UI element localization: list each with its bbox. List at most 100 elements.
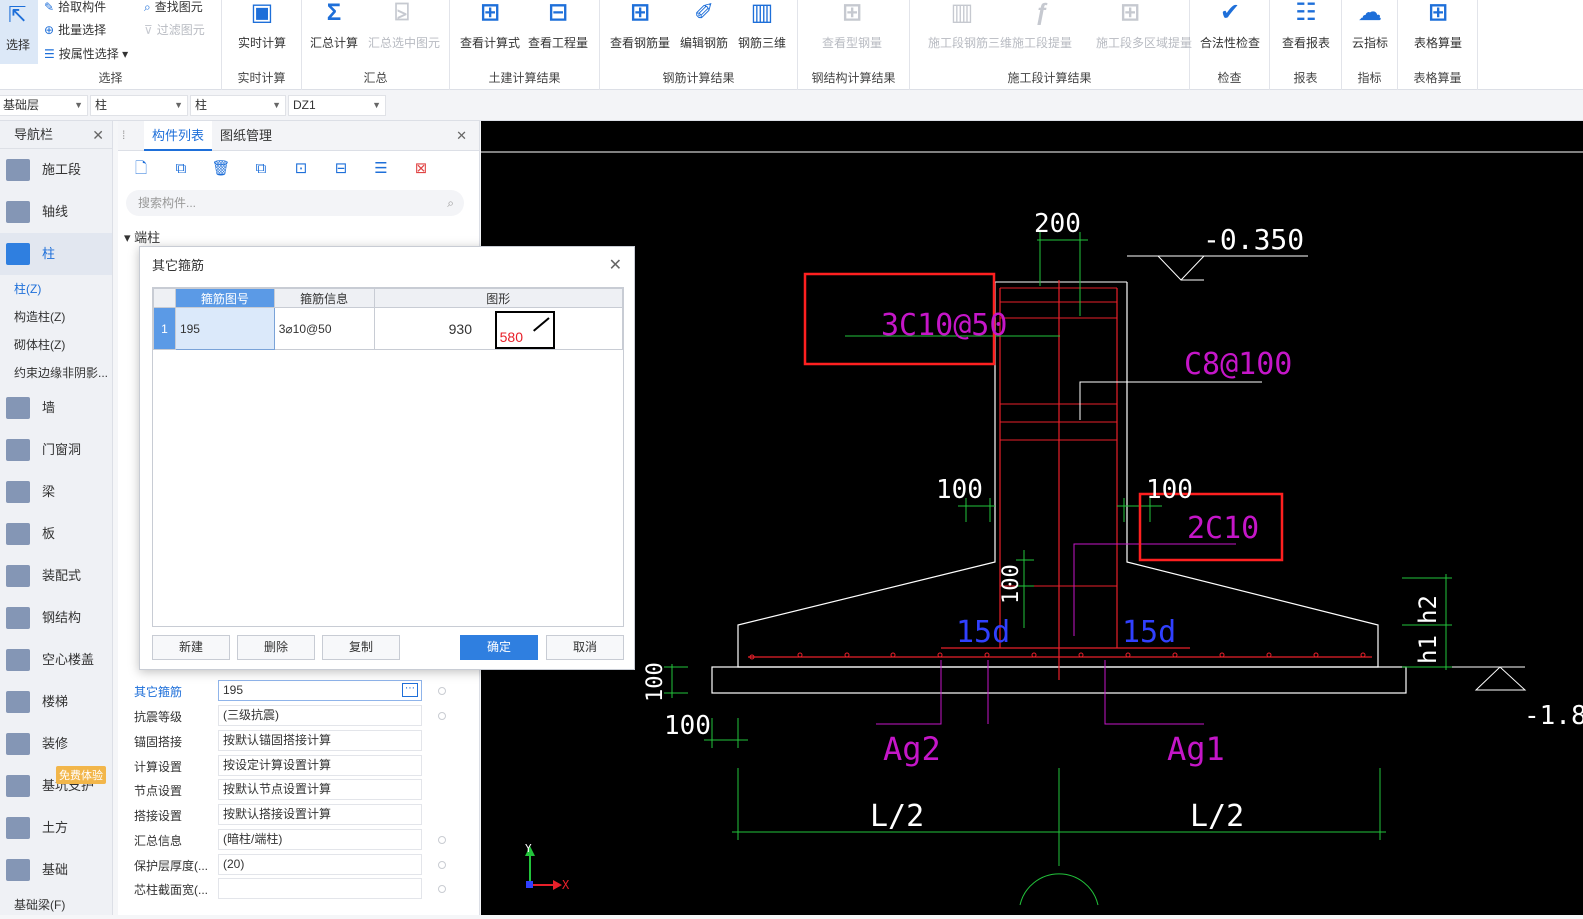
nav-item-label: 门窗洞 (42, 442, 82, 457)
filter-element-button[interactable]: ⊽ 过滤图元 (144, 21, 205, 38)
stair-icon (6, 691, 30, 713)
nav-item-earthwork[interactable]: 土方 (0, 807, 112, 849)
summary-calc-button[interactable]: Σ 汇总计算 (306, 0, 362, 58)
view-rebar-button[interactable]: ⊞ 查看钢筋量 (610, 0, 670, 58)
attach-radio[interactable] (438, 861, 446, 869)
view-report-button[interactable]: ☷ 查看报表 (1278, 0, 1334, 58)
view-quantity-button[interactable]: ⊟ 查看工程量 (528, 0, 588, 58)
select-button[interactable]: ⇱ 选择 (0, 0, 38, 64)
property-value-input[interactable]: (三级抗震) (218, 705, 422, 726)
nav-item-hollow-floor[interactable]: 空心楼盖 (0, 639, 112, 681)
column-header-info[interactable]: 箍筋信息 (273, 288, 375, 308)
nav-item-slab[interactable]: 板 (0, 513, 112, 555)
nav-item-axis[interactable]: 轴线 (0, 191, 112, 233)
nav-item-wall[interactable]: 墙 (0, 387, 112, 429)
pick-component-button[interactable]: ✎ 拾取构件 (44, 0, 106, 15)
nav-sub-constructional-column[interactable]: 构造柱(Z) (0, 303, 112, 331)
nav-item-decoration[interactable]: 装修 (0, 723, 112, 765)
close-icon[interactable]: ✕ (92, 121, 104, 149)
tab-component-list[interactable]: 构件列表 (144, 121, 213, 151)
property-value-input[interactable]: 按默认节点设置计算 (218, 779, 422, 800)
h1-label: h1 (1414, 635, 1442, 664)
property-value-input[interactable]: (暗柱/端柱) (218, 829, 422, 850)
copy-button[interactable]: 复制 (322, 635, 400, 660)
cloud-index-button[interactable]: ☁ 云指标 (1342, 0, 1398, 58)
nav-sub-masonry-column[interactable]: 砌体柱(Z) (0, 331, 112, 359)
attach-radio[interactable] (438, 836, 446, 844)
table-calc-label: 表格算量 (1413, 36, 1462, 50)
property-value-input[interactable]: 按设定计算设置计算 (218, 755, 422, 776)
table-row[interactable]: 1 195 3⌀10@50 930 580 (153, 307, 624, 350)
delete-button[interactable]: 删除 (237, 635, 315, 660)
list-icon[interactable]: ☰ (368, 157, 394, 181)
duplicate-icon[interactable]: ⧉ (248, 157, 274, 181)
batch-select-button[interactable]: ⊕ 批量选择 (44, 21, 106, 38)
nav-item-segment[interactable]: 施工段 (0, 149, 112, 191)
more-icon[interactable]: ⋯ (402, 683, 418, 697)
table-calc-button[interactable]: ⊞ 表格算量 (1410, 0, 1466, 58)
property-value-input[interactable]: 195 ⋯ (218, 680, 422, 701)
attribute-select-button[interactable]: ☰ 按属性选择 ▾ (44, 45, 128, 62)
nav-item-column[interactable]: 柱 (0, 233, 112, 275)
export-icon[interactable]: ⊟ (328, 157, 354, 181)
layer-copy-icon[interactable]: ⊡ (288, 157, 314, 181)
nav-item-opening[interactable]: 门窗洞 (0, 429, 112, 471)
realtime-calc-button[interactable]: ▣ 实时计算 (234, 0, 290, 58)
property-value-input[interactable]: 按默认搭接设置计算 (218, 804, 422, 825)
legality-check-button[interactable]: ✔ 合法性检查 (1200, 0, 1260, 58)
column-header-shape[interactable]: 图形 (373, 288, 624, 308)
attach-radio[interactable] (438, 885, 446, 893)
find-element-button[interactable]: ⌕ 查找图元 (144, 0, 203, 15)
segment-3d-button[interactable]: ▥ 施工段钢筋三维 (928, 0, 1012, 58)
stirrup-info-cell[interactable]: 3⌀10@50 (273, 307, 375, 350)
pick-icon: ✎ (44, 0, 55, 14)
free-trial-badge[interactable]: 免费体验 (56, 766, 106, 784)
tree-root[interactable]: ▾ 端柱 (124, 227, 160, 246)
summary-selected-button[interactable]: ⍄ 汇总选中图元 (368, 0, 440, 58)
nav-item-steel[interactable]: 钢结构 (0, 597, 112, 639)
property-value-input[interactable]: (20) (218, 854, 422, 875)
new-button[interactable]: 新建 (152, 635, 230, 660)
cad-drawing-canvas[interactable]: 200 -0.350 3C10@50 C8@100 100 100 2C10 1… (481, 121, 1583, 915)
floor-dropdown[interactable]: 基础层 ▼ (0, 95, 88, 116)
column-header-figure[interactable]: 箍筋图号 (174, 288, 275, 308)
edit-rebar-icon: ✐ (693, 0, 715, 26)
nav-item-foundation[interactable]: 基础 (0, 849, 112, 891)
drag-handle-icon[interactable]: ⁞ (122, 128, 125, 142)
attach-radio[interactable] (438, 712, 446, 720)
filter-list-icon[interactable]: ⊠ (408, 157, 434, 181)
segment-multi-label: 施工段多区域提量 (1096, 36, 1193, 50)
close-icon[interactable]: ✕ (609, 247, 622, 285)
nav-item-stair[interactable]: 楼梯 (0, 681, 112, 723)
copy-component-icon[interactable]: ⧉ (168, 157, 194, 181)
nav-sub-column-z[interactable]: 柱(Z) (0, 275, 112, 303)
search-input[interactable]: 搜索构件... ⌕ (126, 190, 464, 216)
component-dropdown[interactable]: DZ1 ▼ (288, 95, 386, 116)
segment-fx-button[interactable]: ƒ 施工段提量 (1012, 0, 1072, 58)
nav-item-beam[interactable]: 梁 (0, 471, 112, 513)
cancel-button[interactable]: 取消 (546, 635, 624, 660)
figure-number-cell[interactable]: 195 (174, 307, 275, 350)
segment-multi-button[interactable]: ⊞ 施工段多区域提量 (1096, 0, 1192, 58)
nav-item-label: 空心楼盖 (42, 652, 95, 667)
attach-radio[interactable] (438, 687, 446, 695)
edit-rebar-button[interactable]: ✐ 编辑钢筋 (676, 0, 732, 58)
cloud-icon: ☁ (1358, 0, 1382, 26)
nav-item-prefab[interactable]: 装配式 (0, 555, 112, 597)
close-icon[interactable]: ✕ (456, 128, 467, 144)
nav-sub-constraint-edge[interactable]: 约束边缘非阴影... (0, 359, 112, 387)
delete-icon[interactable]: 🗑 (208, 157, 234, 181)
type-dropdown[interactable]: 柱 ▼ (190, 95, 286, 116)
tab-drawing-manage[interactable]: 图纸管理 (212, 121, 280, 151)
property-value-input[interactable] (218, 878, 422, 899)
shape-cell[interactable]: 930 580 (373, 307, 624, 350)
view-steel-button[interactable]: ⊞ 查看型钢量 (822, 0, 882, 58)
view-formula-button[interactable]: ⊞ 查看计算式 (460, 0, 520, 58)
row-index[interactable]: 1 (153, 307, 176, 350)
category-dropdown[interactable]: 柱 ▼ (90, 95, 188, 116)
ucs-x-label: X (562, 878, 570, 892)
property-value-input[interactable]: 按默认锚固搭接计算 (218, 730, 422, 751)
new-component-icon[interactable]: 🗋 (128, 157, 154, 181)
rebar-3d-button[interactable]: ▥ 钢筋三维 (734, 0, 790, 58)
ok-button[interactable]: 确定 (460, 635, 538, 660)
